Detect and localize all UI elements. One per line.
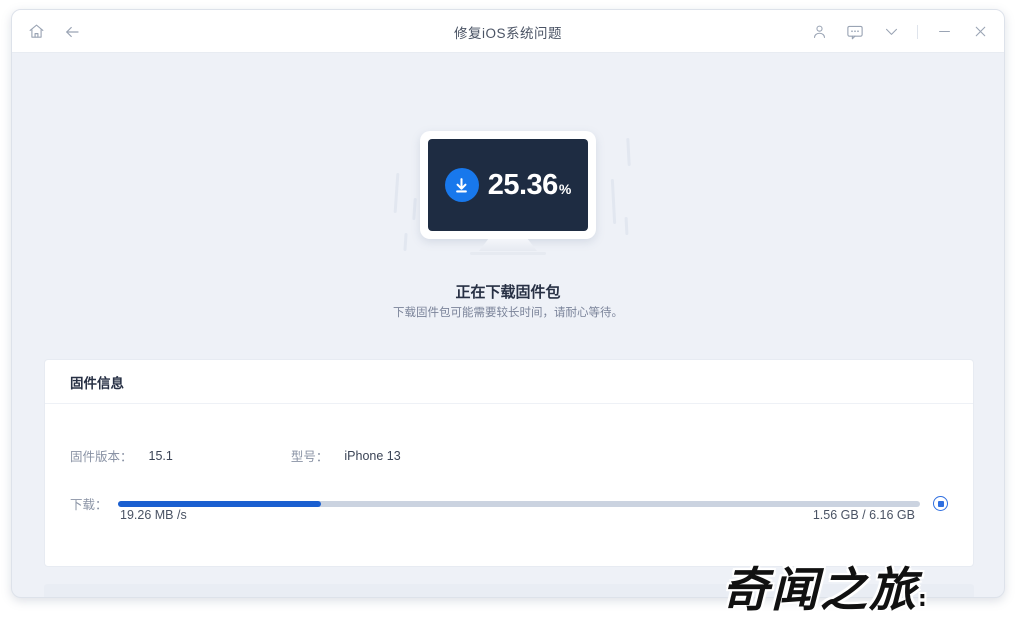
monitor-frame: 25.36 % xyxy=(420,131,596,239)
firmware-version-label: 固件版本： xyxy=(70,450,133,464)
download-speed: 19.26 MB /s xyxy=(120,508,187,522)
decorative-line-left-1 xyxy=(393,172,400,214)
progress-bar-fill xyxy=(117,500,322,507)
watermark: 奇闻之旅: xyxy=(722,551,929,620)
browser-download-link[interactable]: 点击此处 xyxy=(473,598,521,599)
download-label: 下载： xyxy=(70,498,108,512)
titlebar-divider xyxy=(917,24,918,39)
download-stats-row: 19.26 MB /s 1.56 GB / 6.16 GB xyxy=(120,508,915,522)
decorative-line-right-1 xyxy=(626,137,631,167)
hero-subtitle: 下载固件包可能需要较长时间，请耐心等待。 xyxy=(393,307,623,319)
firmware-info-header: 固件信息 xyxy=(45,360,973,404)
firmware-info-card: 固件信息 固件版本： 15.1 型号： iPhone 13 下载： 19.26 … xyxy=(44,359,974,567)
firmware-info-body: 固件版本： 15.1 型号： iPhone 13 下载： 19.26 MB /s… xyxy=(45,404,973,567)
chat-bubble-icon[interactable] xyxy=(845,22,865,42)
decorative-line-right-3 xyxy=(624,216,629,236)
download-hero: 25.36 % 正在下载固件包 下载固件包可能需要较长时间，请耐心等待。 xyxy=(12,53,1004,323)
person-icon[interactable] xyxy=(809,22,829,42)
monitor-stand xyxy=(479,239,537,251)
titlebar-right-controls xyxy=(809,10,990,53)
decorative-line-right-2 xyxy=(610,178,617,225)
firmware-version-value: 15.1 xyxy=(148,448,173,463)
hero-title: 正在下载固件包 xyxy=(455,284,561,301)
progress-bar-track[interactable] xyxy=(117,500,920,507)
download-arrow-icon xyxy=(444,168,479,202)
monitor-stand-base xyxy=(470,252,546,255)
app-window: 修复iOS系统问题 25.36 % 正在下载固件包 下载固件包可能需要较长时间，… xyxy=(11,9,1005,598)
progress-percent: 25.36 % xyxy=(488,169,572,202)
firmware-fields-row: 固件版本： 15.1 型号： iPhone 13 xyxy=(70,446,401,465)
chevron-down-icon[interactable] xyxy=(881,22,901,42)
monitor-illustration: 25.36 % xyxy=(420,131,596,255)
watermark-suffix: : xyxy=(918,587,929,612)
footer-text-before: 无法获取固件？请 xyxy=(377,598,473,599)
progress-percent-value: 25.36 xyxy=(487,168,559,201)
download-size: 1.56 GB / 6.16 GB xyxy=(812,508,915,522)
stop-icon[interactable] xyxy=(933,496,948,511)
device-model-value: iPhone 13 xyxy=(344,448,401,463)
close-icon[interactable] xyxy=(970,22,990,42)
decorative-line-left-2 xyxy=(412,197,417,221)
main-content: 25.36 % 正在下载固件包 下载固件包可能需要较长时间，请耐心等待。 固件信… xyxy=(12,53,1004,599)
footer-text-after: 通过浏览器进行下载。 xyxy=(521,598,641,599)
minimize-icon[interactable] xyxy=(934,22,954,42)
progress-percent-symbol: % xyxy=(558,180,572,197)
watermark-text: 奇闻之旅 xyxy=(722,563,918,618)
device-model-label: 型号： xyxy=(290,450,329,464)
decorative-line-left-3 xyxy=(403,232,408,252)
title-bar: 修复iOS系统问题 xyxy=(12,10,1004,53)
monitor-screen: 25.36 % xyxy=(428,139,588,231)
stop-icon-square xyxy=(937,500,944,507)
